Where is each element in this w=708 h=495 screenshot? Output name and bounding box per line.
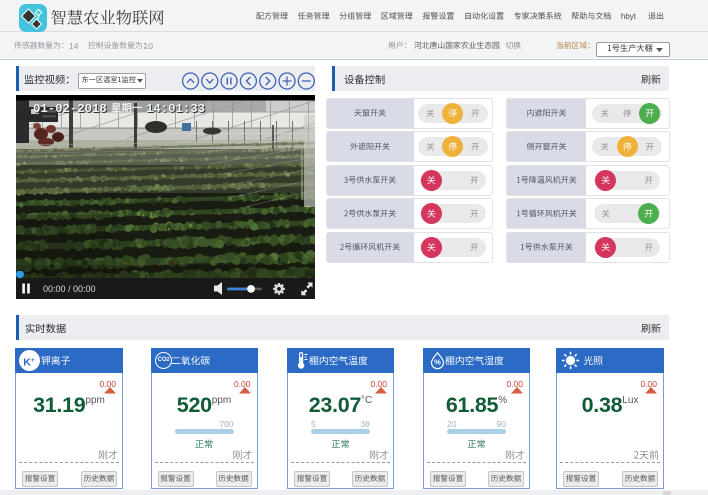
svg-text:%: % (434, 358, 441, 367)
